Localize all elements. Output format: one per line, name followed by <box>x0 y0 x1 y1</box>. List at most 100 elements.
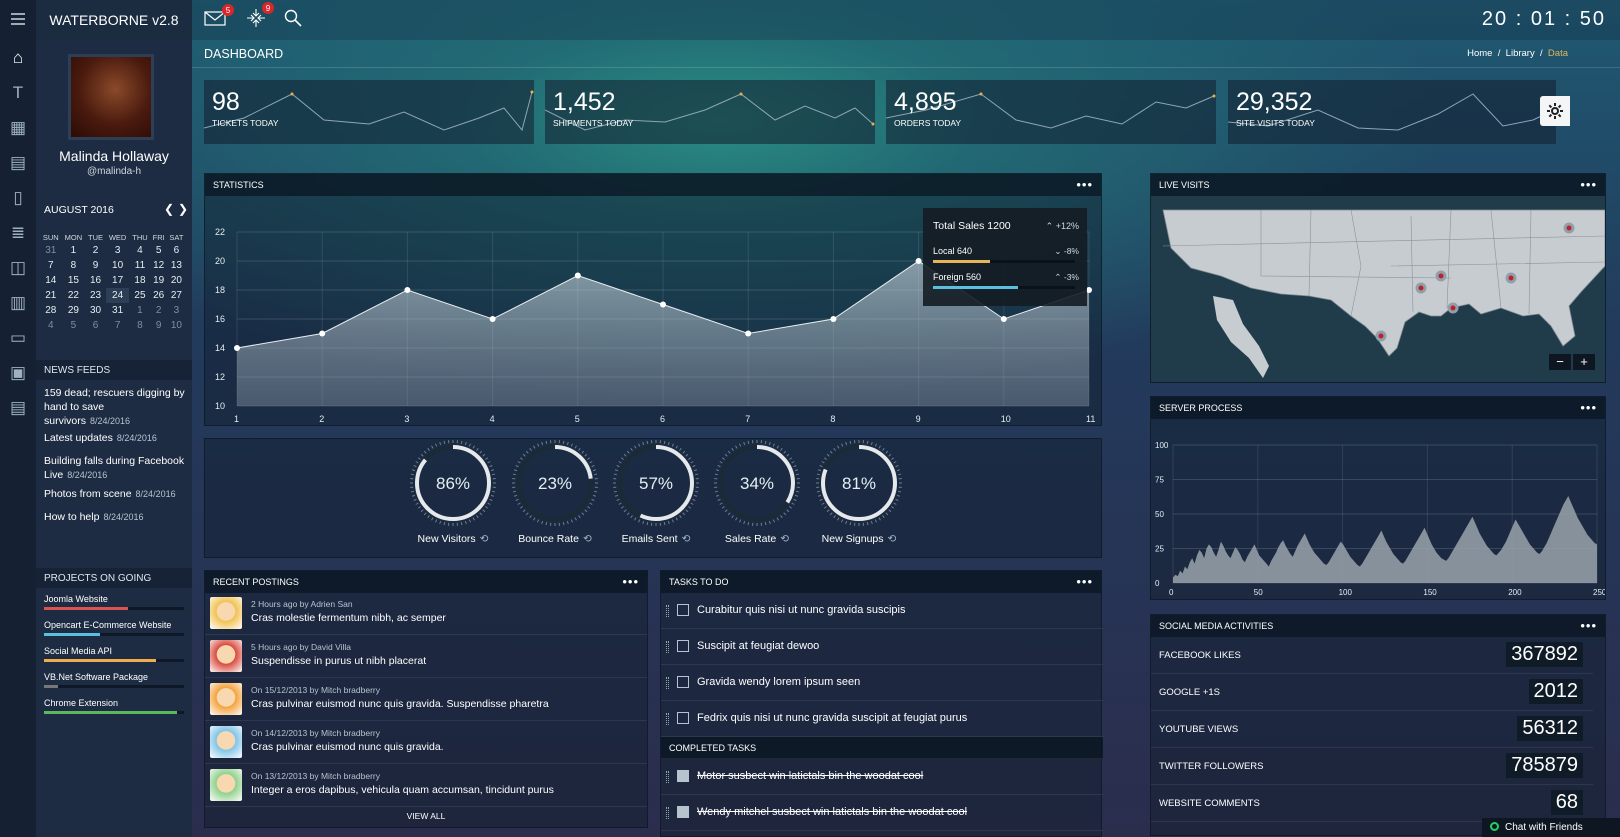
author-avatar[interactable] <box>210 726 242 758</box>
author-avatar[interactable] <box>210 769 242 801</box>
calendar-day[interactable]: 1 <box>62 243 86 258</box>
calendar-day[interactable]: 2 <box>85 243 105 258</box>
compress-icon[interactable]: 9 <box>246 2 274 28</box>
task-checkbox[interactable] <box>677 604 689 616</box>
calendar-day[interactable]: 9 <box>150 318 166 333</box>
data-point[interactable] <box>234 345 240 351</box>
drag-handle-icon[interactable] <box>666 677 669 689</box>
project-item[interactable]: Chrome Extension <box>44 698 184 714</box>
data-point[interactable] <box>915 258 922 264</box>
project-item[interactable]: Social Media API <box>44 646 184 662</box>
view-all-link[interactable]: VIEW ALL <box>205 811 647 821</box>
drag-handle-icon[interactable] <box>666 605 669 617</box>
drag-handle-icon[interactable] <box>666 641 669 653</box>
data-point[interactable] <box>489 316 496 322</box>
calendar-day[interactable]: 4 <box>129 243 150 258</box>
task-item[interactable]: Gravida wendy lorem ipsum seen <box>661 665 1103 701</box>
posting-item[interactable]: On 14/12/2013 by Mitch bradberry Cras pul… <box>205 722 647 764</box>
calendar-day[interactable]: 9 <box>85 258 105 273</box>
breadcrumb-home[interactable]: Home <box>1467 48 1492 59</box>
panel-menu-icon[interactable]: ••• <box>1580 177 1597 192</box>
calendar-day[interactable]: 8 <box>129 318 150 333</box>
calendar-day[interactable]: 31 <box>40 243 62 258</box>
refresh-icon[interactable]: ⟲ <box>780 533 789 545</box>
calendar-day[interactable]: 15 <box>62 273 86 288</box>
project-item[interactable]: VB.Net Software Package <box>44 672 184 688</box>
author-avatar[interactable] <box>210 640 242 672</box>
data-point[interactable] <box>574 272 581 279</box>
calendar-day[interactable]: 12 <box>150 258 166 273</box>
calendar-day[interactable]: 8 <box>62 258 86 273</box>
calendar-day[interactable]: 3 <box>167 303 186 318</box>
news-item[interactable]: Photos from scene 8/24/2016 <box>44 487 188 501</box>
brand-title[interactable]: WATERBORNE v2.8 <box>36 0 192 40</box>
calendar-day[interactable]: 5 <box>150 243 166 258</box>
posting-item[interactable]: On 13/12/2013 by Mitch bradberry Integer … <box>205 765 647 807</box>
calendar-day[interactable]: 28 <box>40 303 62 318</box>
home-icon[interactable]: ⌂ <box>8 48 28 68</box>
settings-gear-icon[interactable] <box>1540 96 1570 126</box>
refresh-icon[interactable]: ⟲ <box>888 533 897 545</box>
task-checkbox[interactable] <box>677 676 689 688</box>
task-item[interactable]: Fedrix quis nisi ut nunc gravida suscipi… <box>661 701 1103 737</box>
task-item[interactable]: Curabitur quis nisi ut nunc gravida susc… <box>661 593 1103 629</box>
refresh-icon[interactable]: ⟲ <box>480 533 489 545</box>
typography-icon[interactable]: T <box>8 83 28 103</box>
news-item[interactable]: How to help 8/24/2016 <box>44 510 188 524</box>
news-item[interactable]: Building falls during Facebook Live 8/24/… <box>44 454 188 482</box>
calendar-day[interactable]: 25 <box>129 288 150 303</box>
calendar-icon[interactable]: ▣ <box>8 363 28 383</box>
calendar-day[interactable]: 6 <box>85 318 105 333</box>
data-point[interactable] <box>660 301 666 308</box>
calendar-day[interactable]: 7 <box>40 258 62 273</box>
drag-handle-icon[interactable] <box>666 713 669 725</box>
task-item[interactable]: Suscipit at feugiat dewoo <box>661 629 1103 665</box>
author-avatar[interactable] <box>210 597 242 629</box>
task-checkbox[interactable] <box>677 640 689 652</box>
calendar-day[interactable]: 10 <box>106 258 130 273</box>
data-point[interactable] <box>830 316 837 322</box>
grid-icon[interactable]: ▦ <box>8 118 28 138</box>
calendar-day[interactable]: 11 <box>129 258 150 273</box>
calendar-day[interactable]: 24 <box>105 288 130 303</box>
table-icon[interactable]: ▤ <box>8 153 28 173</box>
posting-item[interactable]: 5 Hours ago by David Villa Suspendisse in… <box>205 636 647 678</box>
calendar-day[interactable]: 4 <box>40 318 62 333</box>
layers-icon[interactable]: ≣ <box>8 223 28 243</box>
mail-icon[interactable]: 5 <box>204 4 234 26</box>
data-point[interactable] <box>404 287 411 293</box>
calendar-day[interactable]: 13 <box>167 258 186 273</box>
breadcrumb-library[interactable]: Library <box>1506 48 1535 59</box>
calendar-day[interactable]: 19 <box>150 273 166 288</box>
calendar-day[interactable]: 16 <box>85 273 105 288</box>
document-icon[interactable]: ▯ <box>8 188 28 208</box>
posting-item[interactable]: On 15/12/2013 by Mitch bradberry Cras pul… <box>205 679 647 721</box>
calendar-day[interactable]: 26 <box>150 288 166 303</box>
drag-handle-icon[interactable] <box>666 807 669 819</box>
calendar-day[interactable]: 6 <box>167 243 186 258</box>
panel-menu-icon[interactable]: ••• <box>622 574 639 589</box>
search-icon[interactable] <box>284 9 302 27</box>
calendar-day[interactable]: 30 <box>85 303 105 318</box>
calendar-next-icon[interactable]: ❯ <box>178 202 188 216</box>
calendar-day[interactable]: 1 <box>129 303 150 318</box>
news-item[interactable]: Latest updates 8/24/2016 <box>44 431 188 445</box>
drag-handle-icon[interactable] <box>666 771 669 783</box>
calendar-day[interactable]: 31 <box>106 303 130 318</box>
project-item[interactable]: Joomla Website <box>44 594 184 610</box>
task-checkbox-checked[interactable] <box>677 770 689 782</box>
project-item[interactable]: Opencart E-Commerce Website <box>44 620 184 636</box>
calendar-day[interactable]: 18 <box>129 273 150 288</box>
folder-icon[interactable]: ▭ <box>8 328 28 348</box>
menu-icon[interactable] <box>8 9 28 29</box>
calendar-prev-icon[interactable]: ❮ <box>164 202 174 216</box>
calendar-day[interactable]: 7 <box>106 318 130 333</box>
chat-with-friends[interactable]: Chat with Friends <box>1482 818 1620 837</box>
data-point[interactable] <box>1000 316 1007 322</box>
posting-item[interactable]: 2 Hours ago by Adrien San Cras molestie f… <box>205 593 647 635</box>
calendar-day[interactable]: 10 <box>167 318 186 333</box>
data-point[interactable] <box>319 330 326 337</box>
data-point[interactable] <box>745 330 752 337</box>
refresh-icon[interactable]: ⟲ <box>583 533 592 545</box>
news-item[interactable]: 159 dead; rescuers digging by hand to sa… <box>44 386 188 428</box>
